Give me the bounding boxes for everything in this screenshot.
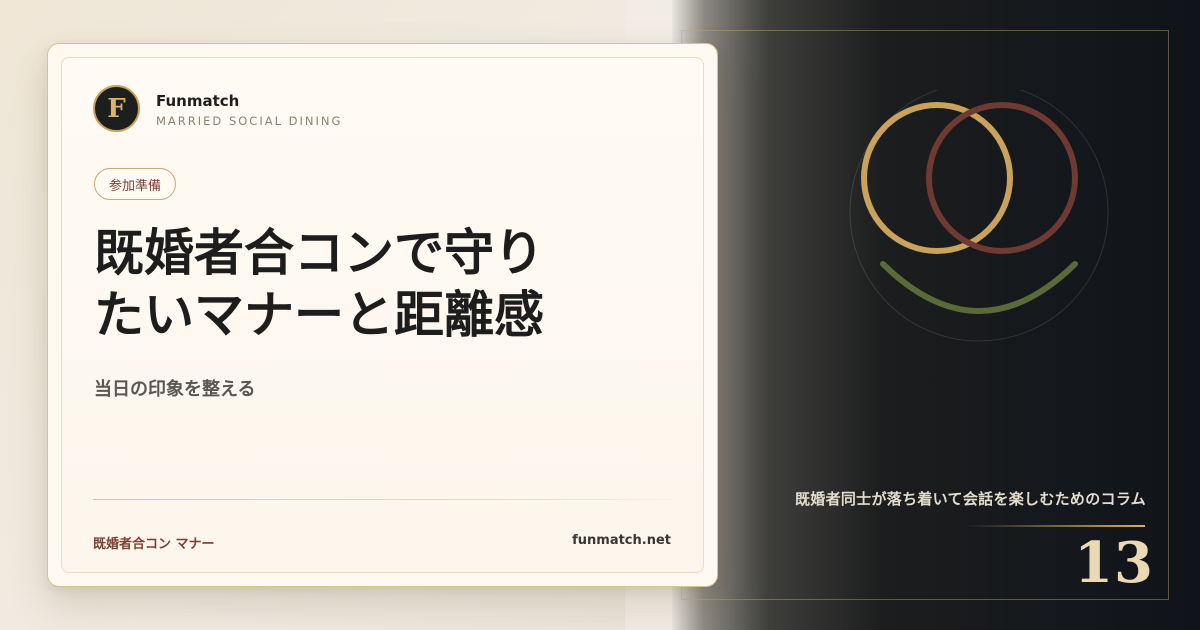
footer-domain: funmatch.net [572, 533, 671, 548]
issue-number: 13 [1074, 530, 1154, 596]
interlocking-rings-icon [849, 90, 1109, 342]
article-headline: 既婚者合コンで守り たいマナーと距離感 [94, 222, 614, 346]
brand-name: Funmatch [156, 92, 240, 110]
article-subtitle: 当日の印象を整える [94, 379, 256, 400]
brand-logo-icon: F [93, 85, 140, 132]
footer-keyword: 既婚者合コン マナー [93, 537, 215, 552]
side-accent-line [965, 525, 1145, 527]
red-ring [926, 102, 1078, 254]
gold-ring [861, 102, 1013, 254]
green-smile-arc [880, 261, 1078, 314]
brand-tagline: MARRIED SOCIAL DINING [156, 114, 343, 128]
card-divider [93, 499, 671, 500]
headline-line-2: たいマナーと距離感 [94, 285, 544, 344]
headline-line-1: 既婚者合コンで守り [94, 223, 544, 282]
side-caption: 既婚者同士が落ち着いて会話を楽しむためのコラム [794, 490, 1146, 508]
outer-faint-circle [849, 90, 1109, 342]
category-badge: 参加準備 [94, 168, 177, 200]
